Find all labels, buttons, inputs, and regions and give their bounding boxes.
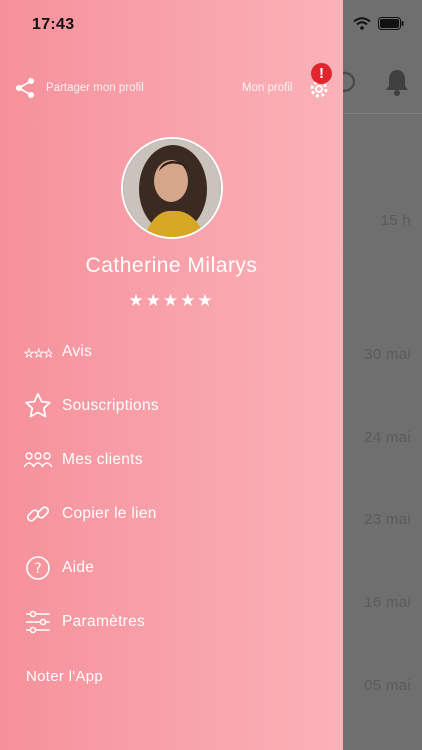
sliders-icon — [24, 608, 52, 636]
battery-icon — [378, 17, 404, 30]
status-time: 17:43 — [32, 16, 75, 33]
list-time: 16 mai — [364, 594, 411, 611]
status-icons — [353, 17, 404, 30]
menu-item-avis[interactable]: ★★★ Avis — [24, 334, 324, 370]
avatar[interactable] — [121, 137, 223, 239]
menu-label: Mes clients — [62, 451, 143, 468]
my-profile-link[interactable]: Mon profil — [242, 82, 293, 94]
alert-badge: ! — [311, 63, 332, 84]
rate-app-button[interactable]: Noter l'App — [26, 668, 103, 685]
menu-item-clients[interactable]: Mes clients — [24, 442, 324, 478]
menu-item-help[interactable]: ? Aide — [24, 550, 324, 586]
list-time: 30 mai — [364, 346, 411, 363]
side-drawer: Partager mon profil Mon profil ! Catheri… — [0, 0, 343, 750]
profile-name: Catherine Milarys — [85, 254, 258, 277]
menu-label: Avis — [62, 343, 93, 360]
list-time: 24 mai — [364, 429, 411, 446]
share-profile-label: Partager mon profil — [46, 82, 144, 94]
menu-label: Copier le lien — [62, 505, 157, 522]
list-time: 15 h — [380, 212, 411, 229]
clients-icon — [24, 446, 52, 474]
reviews-stars-icon: ★★★ — [24, 338, 52, 366]
list-time: 05 mai — [364, 677, 411, 694]
menu-item-copy-link[interactable]: Copier le lien — [24, 496, 324, 532]
avatar-photo — [123, 139, 221, 237]
bell-icon[interactable] — [384, 67, 410, 97]
wifi-icon — [353, 17, 371, 30]
share-profile-button[interactable]: Partager mon profil — [14, 77, 144, 99]
help-icon: ? — [24, 554, 52, 582]
menu-item-souscriptions[interactable]: Souscriptions — [24, 388, 324, 424]
menu-label: Souscriptions — [62, 397, 159, 414]
svg-text:★★★: ★★★ — [24, 347, 52, 360]
list-time: 23 mai — [364, 511, 411, 528]
link-icon — [24, 500, 52, 528]
rating-stars: ★★★★★ — [128, 291, 215, 310]
menu-label: Paramètres — [62, 613, 146, 630]
star-icon — [24, 392, 52, 420]
menu-item-settings[interactable]: Paramètres — [24, 604, 324, 640]
menu-label: Aide — [62, 559, 95, 576]
share-icon — [16, 78, 34, 98]
svg-text:?: ? — [34, 561, 41, 577]
